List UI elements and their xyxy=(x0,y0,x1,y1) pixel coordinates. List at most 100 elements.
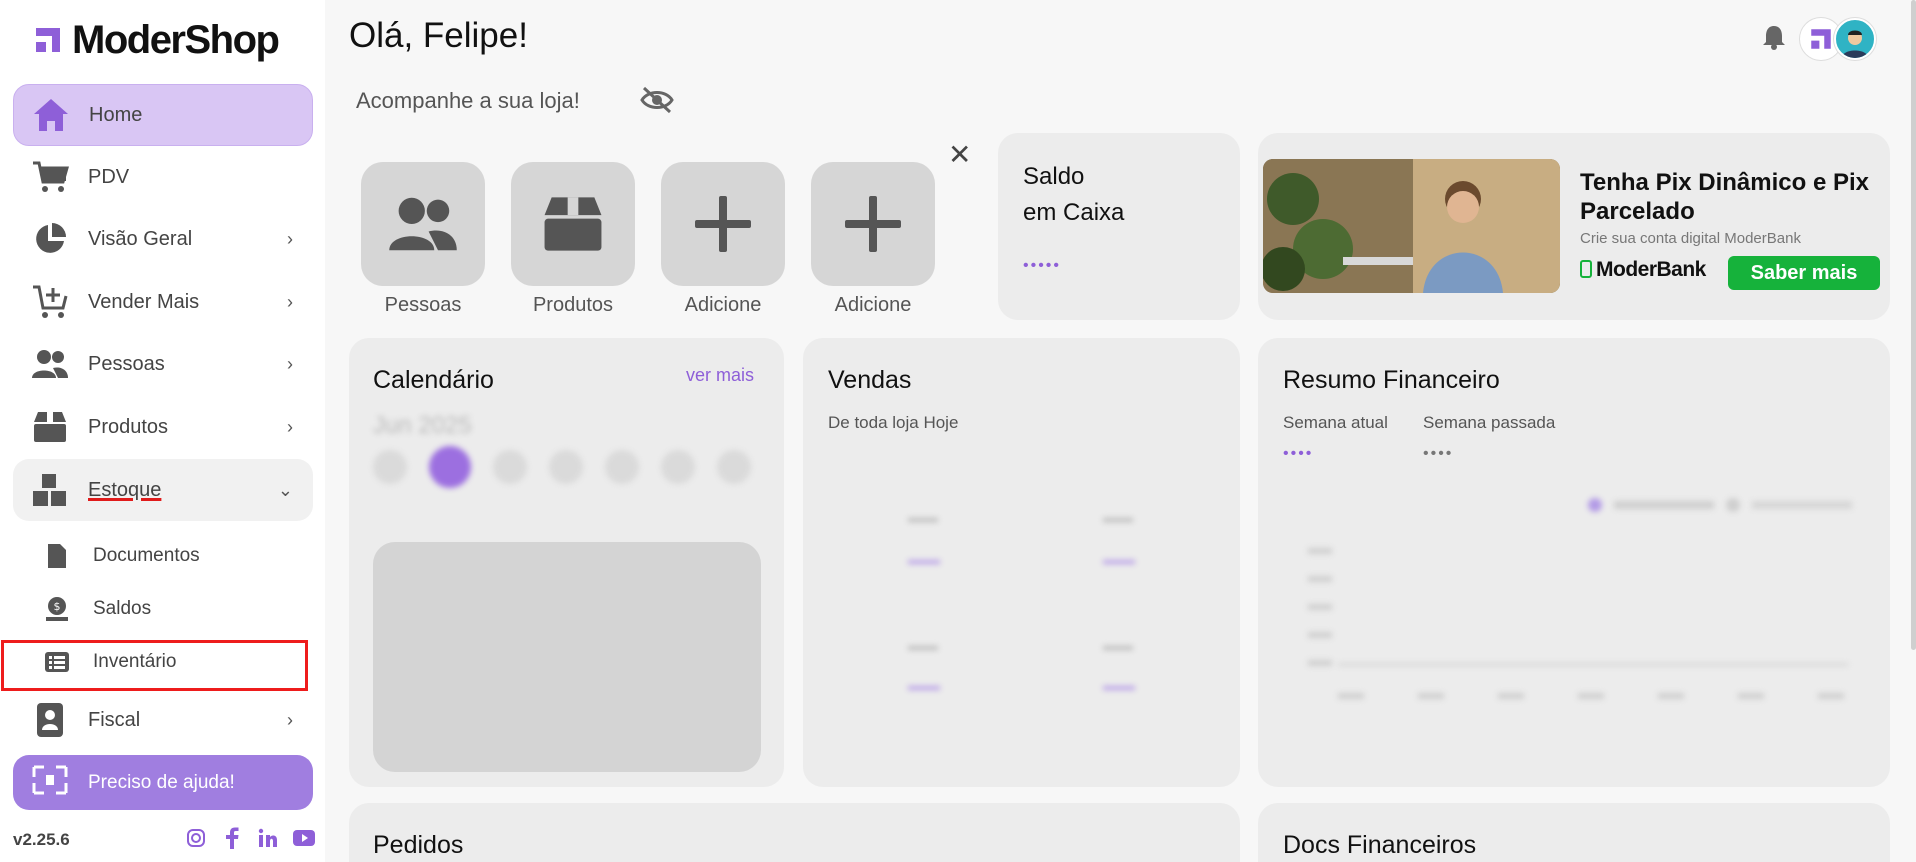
sidebar-subitem-saldos[interactable]: $ Saldos xyxy=(30,587,300,631)
shortcut-label: Adicione xyxy=(684,294,762,316)
saldo-title-line2: em Caixa xyxy=(1023,199,1125,226)
banner-subtitle: Crie sua conta digital ModerBank xyxy=(1580,230,1801,247)
calendar-day[interactable] xyxy=(373,450,407,484)
sidebar-item-label: Pessoas xyxy=(88,352,165,375)
shortcut-adicione-2[interactable]: Adicione xyxy=(811,162,935,317)
pie-chart-icon xyxy=(30,219,70,259)
shortcut-label: Produtos xyxy=(532,294,614,316)
shortcut-label: Adicione xyxy=(834,294,912,316)
banner-brand: ModerBank xyxy=(1580,258,1706,282)
sidebar-item-fiscal[interactable]: Fiscal › xyxy=(13,689,313,751)
sidebar-item-pessoas[interactable]: Pessoas › xyxy=(13,333,313,395)
sidebar-item-label: Estoque xyxy=(88,478,162,501)
social-links xyxy=(183,825,317,851)
calendar-week[interactable] xyxy=(373,446,751,488)
vendas-metric-label xyxy=(908,518,938,522)
sidebar-item-vender-mais[interactable]: Vender Mais › xyxy=(13,271,313,333)
sidebar-item-home[interactable]: Home xyxy=(13,84,313,146)
shortcut-produtos[interactable]: Produtos xyxy=(511,162,635,317)
logo-text: ModerShop xyxy=(72,17,280,62)
vendas-metric-value xyxy=(1103,686,1135,690)
resumo-financeiro-card: Resumo Financeiro Semana atual Semana pa… xyxy=(1258,338,1890,787)
banner-title: Tenha Pix Dinâmico e Pix Parcelado xyxy=(1580,169,1869,225)
bell-icon[interactable] xyxy=(1762,24,1786,55)
youtube-icon[interactable] xyxy=(291,825,317,851)
semana-atual-value: •••• xyxy=(1283,445,1314,462)
cart-plus-icon xyxy=(30,282,70,322)
saber-mais-button[interactable]: Saber mais xyxy=(1728,256,1880,290)
chevron-right-icon: › xyxy=(287,416,293,437)
ver-mais-link[interactable]: ver mais xyxy=(686,365,754,386)
sidebar-item-label: Produtos xyxy=(88,415,169,438)
sidebar-subitem-documentos[interactable]: Documentos xyxy=(30,534,300,578)
vendas-subtitle: De toda loja Hoje xyxy=(828,413,959,432)
box-icon xyxy=(30,407,70,447)
chevron-down-icon: ⌄ xyxy=(277,479,293,500)
document-icon xyxy=(42,541,72,571)
linkedin-icon[interactable] xyxy=(255,825,281,851)
highlight-annotation xyxy=(1,640,308,691)
close-icon[interactable]: ✕ xyxy=(948,138,971,171)
calendar-day-today[interactable] xyxy=(429,446,471,488)
help-button[interactable]: Preciso de ajuda! xyxy=(13,755,313,810)
people-icon xyxy=(30,344,70,384)
x-tick-labels xyxy=(1338,693,1848,699)
pedidos-card: Pedidos xyxy=(349,803,1240,862)
chevron-right-icon: › xyxy=(287,353,293,374)
calendar-day[interactable] xyxy=(661,450,695,484)
saldo-title-line1: Saldo xyxy=(1023,163,1085,190)
calendar-day[interactable] xyxy=(549,450,583,484)
saldo-value[interactable]: ••••• xyxy=(1023,257,1061,275)
moderbank-logo-icon xyxy=(1580,260,1592,278)
user-avatar xyxy=(1834,18,1876,60)
resumo-title: Resumo Financeiro xyxy=(1283,366,1500,394)
vendas-metric-value xyxy=(1103,560,1135,564)
page-scrollbar[interactable] xyxy=(1911,0,1916,650)
calendar-day[interactable] xyxy=(493,450,527,484)
shortcut-tile xyxy=(361,162,485,286)
saldo-title: Saldo em Caixa xyxy=(1023,159,1124,231)
version-text: v2.25.6 xyxy=(13,830,70,849)
vendas-title: Vendas xyxy=(828,366,912,394)
chevron-right-icon: › xyxy=(287,709,293,730)
legend-label xyxy=(1752,501,1852,509)
shortcut-adicione-1[interactable]: Adicione xyxy=(661,162,785,317)
people-icon xyxy=(389,197,457,251)
sidebar-item-label: Vender Mais xyxy=(88,290,200,313)
money-icon: $ xyxy=(42,594,72,624)
banner-brand-text: ModerBank xyxy=(1596,258,1706,281)
semana-passada-value: •••• xyxy=(1423,445,1454,462)
facebook-icon[interactable] xyxy=(219,825,245,851)
chart-baseline xyxy=(1338,663,1848,666)
calendar-day[interactable] xyxy=(717,450,751,484)
legend-label xyxy=(1614,501,1714,509)
shortcut-tile xyxy=(661,162,785,286)
shortcut-pessoas[interactable]: Pessoas xyxy=(361,162,485,317)
sidebar-item-produtos[interactable]: Produtos › xyxy=(13,396,313,458)
vendas-metric-label xyxy=(1103,646,1133,650)
sidebar-subitem-label: Documentos xyxy=(93,545,200,566)
sidebar-item-label: PDV xyxy=(88,165,130,188)
banner-image xyxy=(1263,159,1560,293)
logo[interactable]: ModerShop xyxy=(32,17,280,62)
help-icon xyxy=(30,763,70,802)
saldo-card: Saldo em Caixa ••••• xyxy=(998,133,1240,320)
calendar-title: Calendário xyxy=(373,366,494,394)
legend-swatch xyxy=(1588,498,1602,512)
badge-icon xyxy=(30,700,70,740)
vendas-metric-label xyxy=(908,646,938,650)
sidebar-item-estoque[interactable]: Estoque ⌄ xyxy=(13,459,313,521)
shortcut-label: Pessoas xyxy=(384,294,462,316)
calendar-day[interactable] xyxy=(605,450,639,484)
account-avatars[interactable] xyxy=(1800,18,1876,60)
sidebar-item-label: Fiscal xyxy=(88,708,141,731)
shortcut-tile xyxy=(511,162,635,286)
calendar-month: Jun 2025 xyxy=(373,412,472,439)
sidebar-item-visao-geral[interactable]: Visão Geral › xyxy=(13,208,313,270)
instagram-icon[interactable] xyxy=(183,825,209,851)
eye-off-icon[interactable] xyxy=(640,86,674,119)
y-tick-label xyxy=(1308,604,1332,610)
sidebar-item-pdv[interactable]: PDV xyxy=(13,146,313,208)
vendas-metric-value xyxy=(908,560,940,564)
shortcut-tile xyxy=(811,162,935,286)
